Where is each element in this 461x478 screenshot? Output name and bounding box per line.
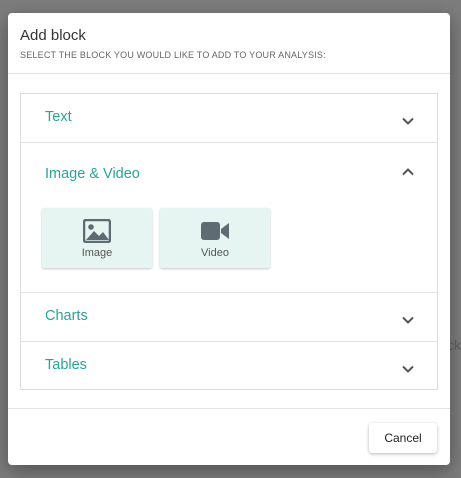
chevron-up-icon (402, 168, 414, 176)
accordion-label-image-video: Image & Video (45, 166, 140, 182)
accordion-header-text[interactable]: Text (21, 94, 437, 142)
image-block-tile[interactable]: Image (42, 208, 152, 268)
chevron-down-icon (402, 365, 414, 373)
dialog-body: Text Image & Video Image Video Charts Ta… (8, 74, 450, 408)
accordion-section-tables: Tables (21, 342, 437, 389)
video-tile-label: Video (201, 247, 229, 259)
block-type-accordion: Text Image & Video Image Video Charts Ta… (20, 93, 438, 390)
dialog-header: Add block SELECT THE BLOCK YOU WOULD LIK… (8, 13, 450, 74)
accordion-section-text: Text (21, 94, 437, 142)
accordion-section-image-video: Image & Video Image Video (21, 143, 437, 292)
accordion-label-charts: Charts (45, 308, 88, 324)
video-block-tile[interactable]: Video (160, 208, 270, 268)
accordion-label-text: Text (45, 109, 72, 125)
accordion-section-charts: Charts (21, 293, 437, 341)
accordion-header-tables[interactable]: Tables (21, 342, 437, 390)
chevron-down-icon (402, 316, 414, 324)
dialog-title: Add block (20, 27, 86, 44)
dialog-subtitle: SELECT THE BLOCK YOU WOULD LIKE TO ADD T… (20, 50, 326, 60)
image-icon (83, 219, 111, 243)
dialog-footer: Cancel (8, 408, 450, 465)
add-block-dialog: Add block SELECT THE BLOCK YOU WOULD LIK… (8, 13, 450, 465)
accordion-label-tables: Tables (45, 357, 87, 373)
chevron-down-icon (402, 117, 414, 125)
cancel-button[interactable]: Cancel (369, 423, 437, 453)
accordion-header-image-video[interactable]: Image & Video (21, 143, 437, 191)
image-tile-label: Image (81, 247, 113, 259)
video-camera-icon (201, 222, 229, 240)
accordion-header-charts[interactable]: Charts (21, 293, 437, 341)
